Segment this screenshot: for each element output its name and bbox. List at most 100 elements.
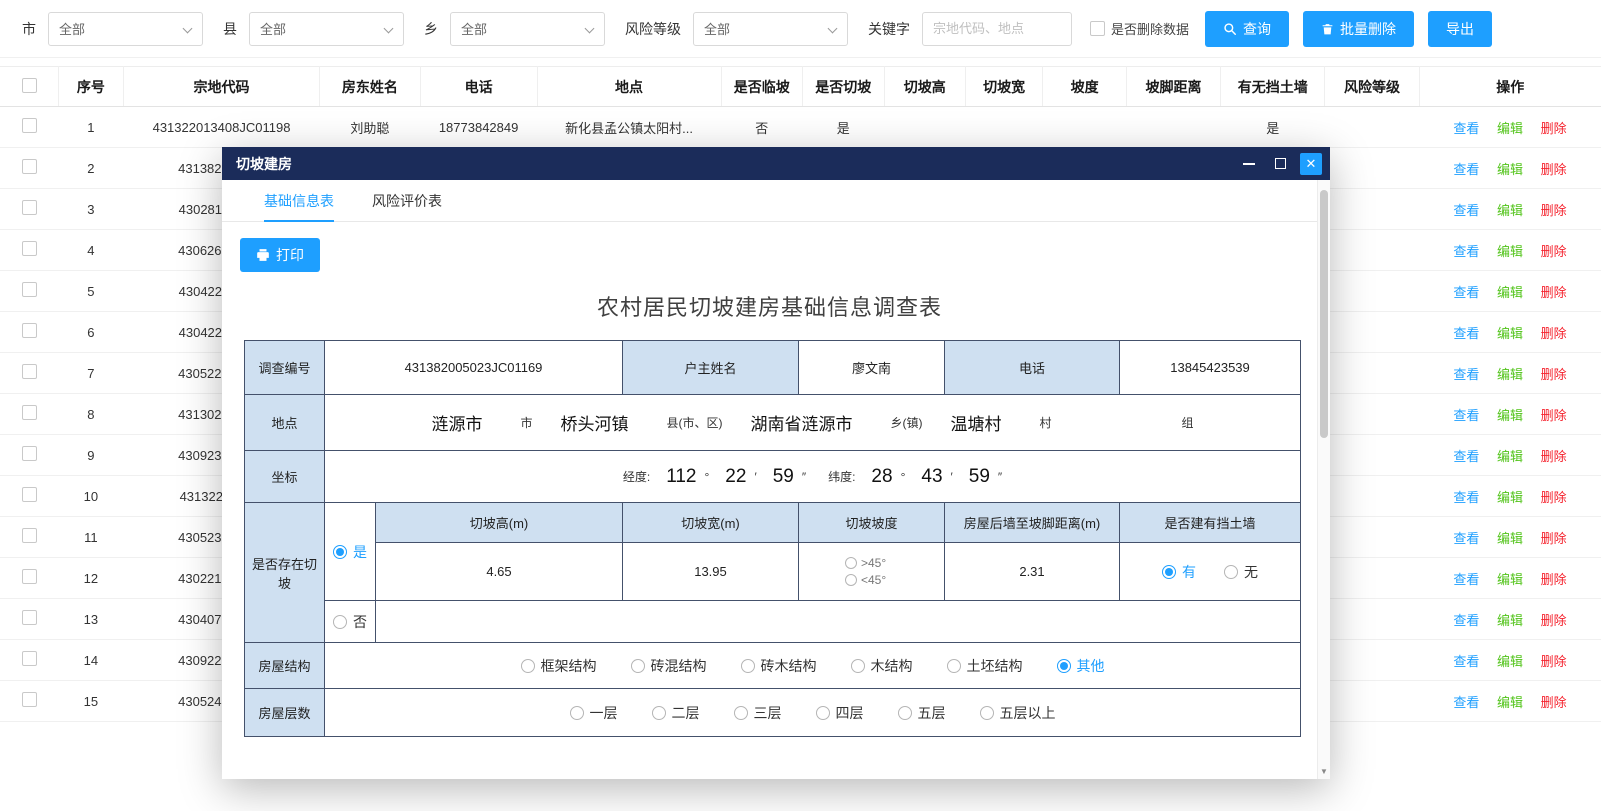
delete-link[interactable]: 删除 [1541,203,1567,218]
edit-link[interactable]: 编辑 [1497,203,1523,218]
row-checkbox[interactable] [22,651,37,666]
structure-option[interactable]: 砖木结构 [741,656,817,676]
delete-link[interactable]: 删除 [1541,326,1567,341]
edit-link[interactable]: 编辑 [1497,367,1523,382]
edit-link[interactable]: 编辑 [1497,121,1523,136]
structure-option[interactable]: 其他 [1057,656,1105,676]
view-link[interactable]: 查看 [1453,613,1479,628]
edit-link[interactable]: 编辑 [1497,654,1523,669]
view-link[interactable]: 查看 [1453,531,1479,546]
delete-link[interactable]: 删除 [1541,654,1567,669]
cell-risk-level [1325,599,1419,640]
city-select[interactable]: 全部 [48,12,203,46]
structure-option[interactable]: 土坯结构 [947,656,1023,676]
view-link[interactable]: 查看 [1453,695,1479,710]
view-link[interactable]: 查看 [1453,285,1479,300]
edit-link[interactable]: 编辑 [1497,613,1523,628]
edit-link[interactable]: 编辑 [1497,572,1523,587]
floors-option[interactable]: 四层 [816,703,864,723]
coordinates-value-cell: 经度: 112 ° 22 ′ 59 ″ 纬度: 28 ° 43 ′ [325,451,1301,503]
close-button[interactable]: ✕ [1300,153,1322,175]
row-checkbox[interactable] [22,569,37,584]
delete-link[interactable]: 删除 [1541,572,1567,587]
wall-no-option[interactable]: 无 [1224,562,1258,582]
view-link[interactable]: 查看 [1453,572,1479,587]
structure-option[interactable]: 砖混结构 [631,656,707,676]
cut-slope-no-option[interactable]: 否 [333,612,367,632]
query-button[interactable]: 查询 [1205,11,1289,47]
floors-option[interactable]: 三层 [734,703,782,723]
floors-option[interactable]: 一层 [570,703,618,723]
edit-link[interactable]: 编辑 [1497,531,1523,546]
wall-yes-option[interactable]: 有 [1162,562,1196,582]
delete-link[interactable]: 删除 [1541,285,1567,300]
view-link[interactable]: 查看 [1453,203,1479,218]
tab-basic-info[interactable]: 基础信息表 [264,180,334,221]
view-link[interactable]: 查看 [1453,449,1479,464]
row-checkbox[interactable] [22,405,37,420]
select-all-checkbox[interactable] [22,78,37,93]
minimize-button[interactable] [1238,153,1260,175]
delete-link[interactable]: 删除 [1541,613,1567,628]
delete-link[interactable]: 删除 [1541,408,1567,423]
edit-link[interactable]: 编辑 [1497,449,1523,464]
view-link[interactable]: 查看 [1453,326,1479,341]
maximize-button[interactable] [1269,153,1291,175]
row-checkbox[interactable] [22,200,37,215]
delete-link[interactable]: 删除 [1541,244,1567,259]
row-checkbox[interactable] [22,118,37,133]
county-select[interactable]: 全部 [249,12,404,46]
delete-link[interactable]: 删除 [1541,121,1567,136]
view-link[interactable]: 查看 [1453,162,1479,177]
row-checkbox[interactable] [22,282,37,297]
modal-scrollbar-thumb[interactable] [1320,190,1328,438]
edit-link[interactable]: 编辑 [1497,490,1523,505]
delete-link[interactable]: 删除 [1541,162,1567,177]
row-checkbox[interactable] [22,446,37,461]
row-checkbox[interactable] [22,241,37,256]
delete-link[interactable]: 删除 [1541,490,1567,505]
deleted-data-checkbox-wrap[interactable]: 是否删除数据 [1090,19,1189,38]
view-link[interactable]: 查看 [1453,490,1479,505]
cut-slope-yes-option[interactable]: 是 [333,542,367,562]
modal-scrollbar-track[interactable]: ▼ [1317,180,1330,779]
view-link[interactable]: 查看 [1453,408,1479,423]
delete-link[interactable]: 删除 [1541,695,1567,710]
floors-option[interactable]: 二层 [652,703,700,723]
view-link[interactable]: 查看 [1453,121,1479,136]
slope-gt45-option[interactable]: >45° [845,556,886,570]
export-button[interactable]: 导出 [1428,11,1492,47]
print-button[interactable]: 打印 [240,238,320,272]
deleted-data-checkbox[interactable] [1090,21,1105,36]
township-select[interactable]: 全部 [450,12,605,46]
scroll-down-arrow-icon[interactable]: ▼ [1318,768,1330,776]
row-checkbox[interactable] [22,692,37,707]
floors-option[interactable]: 五层以上 [980,703,1056,723]
view-link[interactable]: 查看 [1453,654,1479,669]
slope-lt45-option[interactable]: <45° [845,573,886,587]
structure-option[interactable]: 框架结构 [521,656,597,676]
structure-option[interactable]: 木结构 [851,656,913,676]
row-checkbox[interactable] [22,610,37,625]
edit-link[interactable]: 编辑 [1497,695,1523,710]
floors-option[interactable]: 五层 [898,703,946,723]
edit-link[interactable]: 编辑 [1497,326,1523,341]
row-checkbox[interactable] [22,323,37,338]
view-link[interactable]: 查看 [1453,367,1479,382]
delete-link[interactable]: 删除 [1541,449,1567,464]
delete-link[interactable]: 删除 [1541,531,1567,546]
edit-link[interactable]: 编辑 [1497,285,1523,300]
batch-delete-button[interactable]: 批量删除 [1303,11,1414,47]
row-checkbox[interactable] [22,364,37,379]
row-checkbox[interactable] [22,528,37,543]
edit-link[interactable]: 编辑 [1497,244,1523,259]
view-link[interactable]: 查看 [1453,244,1479,259]
edit-link[interactable]: 编辑 [1497,408,1523,423]
risk-level-select[interactable]: 全部 [693,12,848,46]
row-checkbox[interactable] [22,487,37,502]
tab-risk-evaluation[interactable]: 风险评价表 [372,180,442,221]
delete-link[interactable]: 删除 [1541,367,1567,382]
keyword-input[interactable] [922,12,1072,46]
row-checkbox[interactable] [22,159,37,174]
edit-link[interactable]: 编辑 [1497,162,1523,177]
